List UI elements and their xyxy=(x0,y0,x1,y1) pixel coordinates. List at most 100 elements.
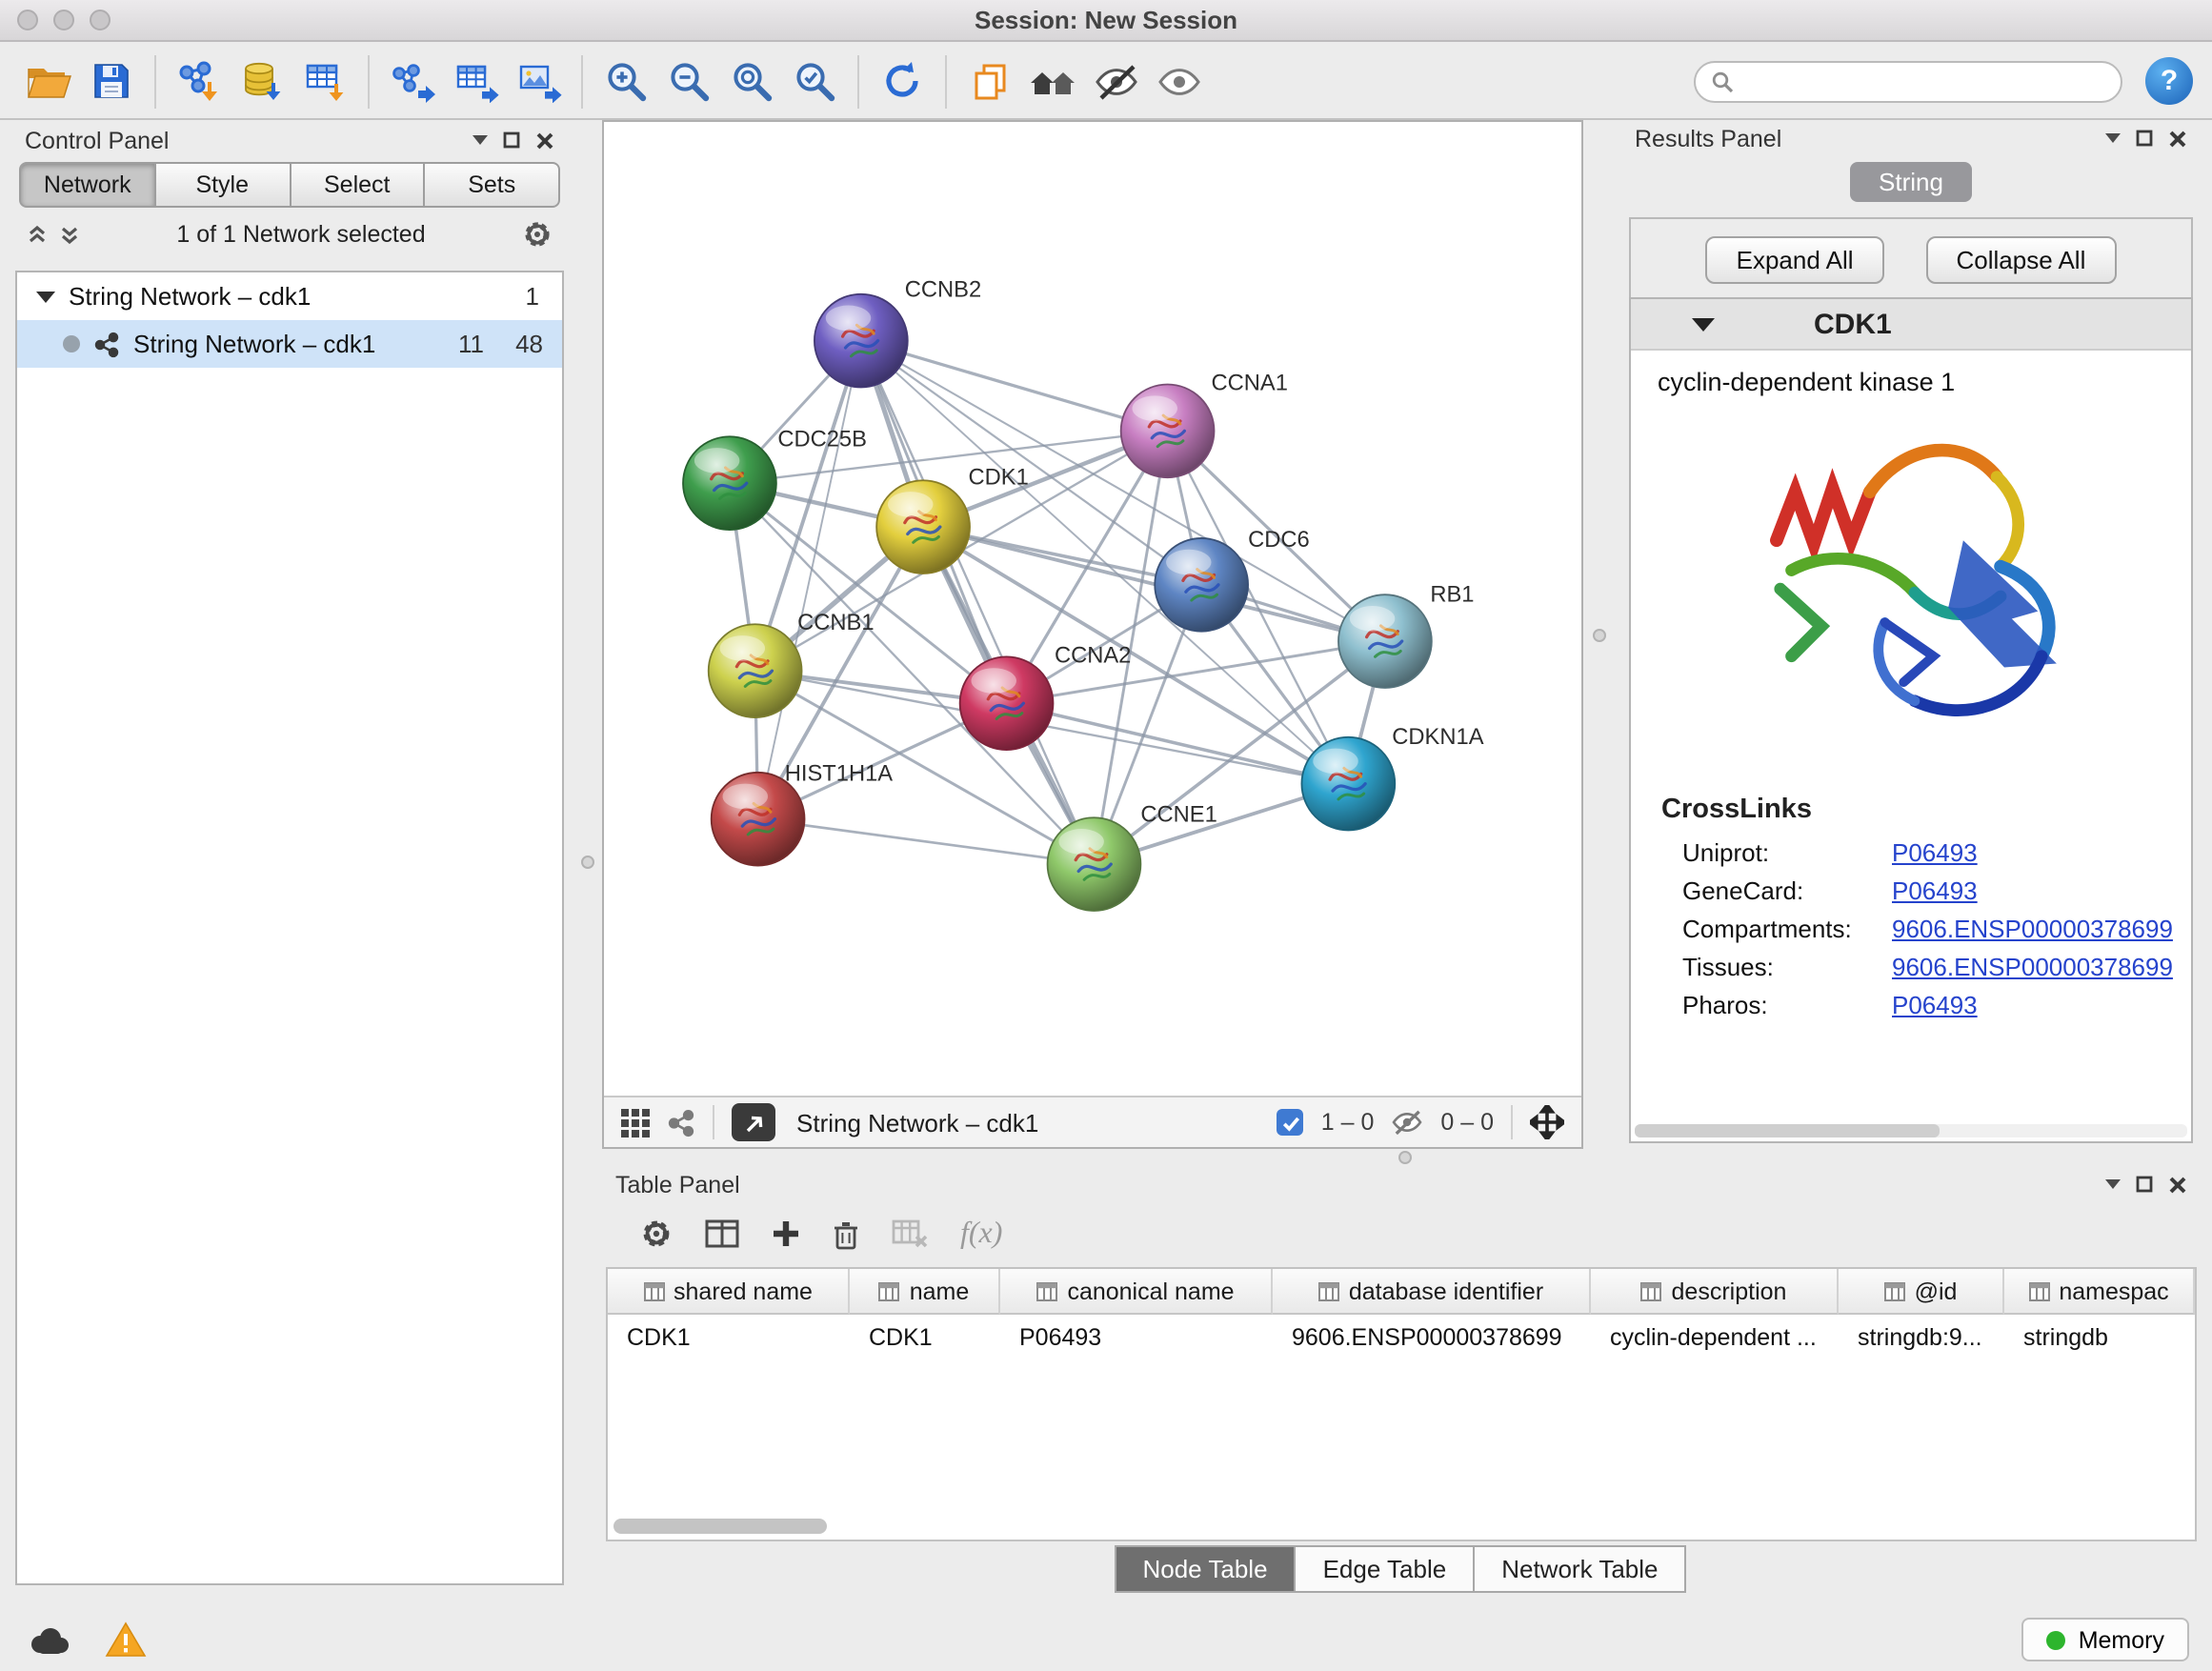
zoom-in-button[interactable] xyxy=(596,50,655,111)
network-overview-icon[interactable] xyxy=(667,1108,695,1137)
titlebar[interactable]: Session: New Session xyxy=(0,0,2212,42)
crosslink-link[interactable]: P06493 xyxy=(1892,837,1978,866)
expand-all-button[interactable]: Expand All xyxy=(1706,236,1884,284)
selected-nodes-checkbox[interactable] xyxy=(1277,1109,1304,1136)
table-cell[interactable]: stringdb xyxy=(2004,1315,2195,1359)
tab-sets[interactable]: Sets xyxy=(424,162,561,208)
eye-button[interactable] xyxy=(1149,50,1208,111)
crosslink-link[interactable]: 9606.ENSP00000378699 xyxy=(1892,952,2173,980)
network-canvas[interactable]: CCNB2CCNA1CDC25BCDK1CDC6RB1CCNB1CCNA2CDK… xyxy=(604,122,1581,1096)
open-in-browser-button[interactable] xyxy=(732,1103,775,1141)
column-header-database-identifier[interactable]: database identifier xyxy=(1273,1269,1591,1315)
warnings-button[interactable] xyxy=(99,1619,152,1661)
float-panel-icon[interactable] xyxy=(2105,1179,2121,1189)
tab-style[interactable]: Style xyxy=(154,162,292,208)
cloud-button[interactable] xyxy=(23,1619,76,1661)
entry-caret-icon[interactable] xyxy=(1692,317,1715,331)
network-edge[interactable] xyxy=(758,819,1095,864)
tab-network[interactable]: Network xyxy=(19,162,156,208)
hidden-eye-icon[interactable] xyxy=(1391,1109,1423,1136)
tab-string[interactable]: String xyxy=(1850,162,1972,202)
close-panel-icon[interactable] xyxy=(535,131,554,150)
scrollbar-thumb[interactable] xyxy=(1635,1124,1939,1137)
close-panel-icon[interactable] xyxy=(2168,129,2187,148)
function-builder-button[interactable]: f(x) xyxy=(960,1217,1002,1251)
float-panel-icon[interactable] xyxy=(473,135,488,145)
column-header-canonical-name[interactable]: canonical name xyxy=(1000,1269,1273,1315)
export-network-button[interactable] xyxy=(383,50,442,111)
network-edge[interactable] xyxy=(861,341,1095,865)
import-network-file-button[interactable] xyxy=(170,50,229,111)
network-node-CCNB2[interactable] xyxy=(814,294,908,388)
column-header-description[interactable]: description xyxy=(1591,1269,1839,1315)
splitter-handle[interactable] xyxy=(581,856,594,869)
float-panel-icon[interactable] xyxy=(2105,133,2121,143)
import-network-database-button[interactable] xyxy=(232,50,292,111)
tab-node-table[interactable]: Node Table xyxy=(1114,1545,1296,1593)
network-node-CDK1[interactable] xyxy=(876,480,970,574)
network-edge[interactable] xyxy=(758,341,861,819)
network-node-CCNA2[interactable] xyxy=(960,656,1054,750)
table-cell[interactable]: 9606.ENSP00000378699 xyxy=(1273,1315,1591,1359)
collapse-all-button[interactable]: Collapse All xyxy=(1926,236,2117,284)
open-session-button[interactable] xyxy=(19,50,78,111)
entry-header[interactable]: CDK1 xyxy=(1631,299,2191,351)
table-cell[interactable]: stringdb:9... xyxy=(1839,1315,2004,1359)
collapse-all-icon[interactable] xyxy=(27,224,48,245)
zoom-out-button[interactable] xyxy=(659,50,718,111)
table-cell[interactable]: P06493 xyxy=(1000,1315,1273,1359)
columns-icon[interactable] xyxy=(705,1219,739,1248)
table-horizontal-scrollbar[interactable] xyxy=(613,1519,827,1534)
table-settings-gear-icon[interactable] xyxy=(640,1218,673,1250)
eye-slash-button[interactable] xyxy=(1086,50,1145,111)
network-node-CCNA1[interactable] xyxy=(1121,384,1215,477)
tab-select[interactable]: Select xyxy=(289,162,426,208)
help-button[interactable]: ? xyxy=(2145,57,2193,105)
crosslink-link[interactable]: 9606.ENSP00000378699 xyxy=(1892,914,2173,942)
export-image-button[interactable] xyxy=(509,50,568,111)
expand-all-icon[interactable] xyxy=(59,224,80,245)
table-row[interactable]: CDK1 CDK1 P06493 9606.ENSP00000378699 cy… xyxy=(608,1315,2195,1359)
column-header-name[interactable]: name xyxy=(850,1269,1000,1315)
network-node-RB1[interactable] xyxy=(1338,594,1432,688)
pan-move-icon[interactable] xyxy=(1530,1105,1564,1139)
delete-column-trash-icon[interactable] xyxy=(833,1218,859,1249)
save-session-button[interactable] xyxy=(82,50,141,111)
delete-table-icon[interactable] xyxy=(892,1219,928,1248)
table-cell[interactable]: CDK1 xyxy=(608,1315,850,1359)
splitter-handle[interactable] xyxy=(1398,1151,1412,1164)
maximize-panel-icon[interactable] xyxy=(2136,1176,2153,1193)
network-node-CDC6[interactable] xyxy=(1155,538,1248,632)
column-header-id[interactable]: @id xyxy=(1839,1269,2004,1315)
column-header-namespace[interactable]: namespac xyxy=(2004,1269,2195,1315)
splitter-handle[interactable] xyxy=(1593,629,1606,642)
gear-icon[interactable] xyxy=(522,219,553,250)
memory-button[interactable]: Memory xyxy=(2021,1618,2189,1661)
network-node-CDC25B[interactable] xyxy=(683,436,776,530)
houses-button[interactable] xyxy=(1023,50,1082,111)
zoom-selected-button[interactable] xyxy=(785,50,844,111)
table-cell[interactable]: CDK1 xyxy=(850,1315,1000,1359)
zoom-window-button[interactable] xyxy=(90,10,111,30)
maximize-panel-icon[interactable] xyxy=(2136,130,2153,147)
collection-caret-icon[interactable] xyxy=(36,291,55,302)
network-row[interactable]: String Network – cdk1 11 48 xyxy=(17,320,562,368)
import-table-button[interactable] xyxy=(295,50,354,111)
zoom-fit-button[interactable] xyxy=(722,50,781,111)
add-column-icon[interactable] xyxy=(772,1219,800,1248)
close-panel-icon[interactable] xyxy=(2168,1175,2187,1194)
search-input[interactable] xyxy=(1743,68,2105,94)
refresh-button[interactable] xyxy=(873,50,932,111)
crosslink-link[interactable]: P06493 xyxy=(1892,876,1978,904)
maximize-panel-icon[interactable] xyxy=(503,131,520,149)
column-header-shared-name[interactable]: shared name xyxy=(608,1269,850,1315)
close-window-button[interactable] xyxy=(17,10,38,30)
network-collection-row[interactable]: String Network – cdk1 1 xyxy=(17,272,562,320)
tab-network-table[interactable]: Network Table xyxy=(1473,1545,1686,1593)
crosslink-link[interactable]: P06493 xyxy=(1892,990,1978,1018)
grid-view-icon[interactable] xyxy=(621,1108,650,1137)
tab-edge-table[interactable]: Edge Table xyxy=(1295,1545,1476,1593)
documents-button[interactable] xyxy=(960,50,1019,111)
network-edge[interactable] xyxy=(861,341,1168,432)
network-node-CCNB1[interactable] xyxy=(709,624,802,717)
